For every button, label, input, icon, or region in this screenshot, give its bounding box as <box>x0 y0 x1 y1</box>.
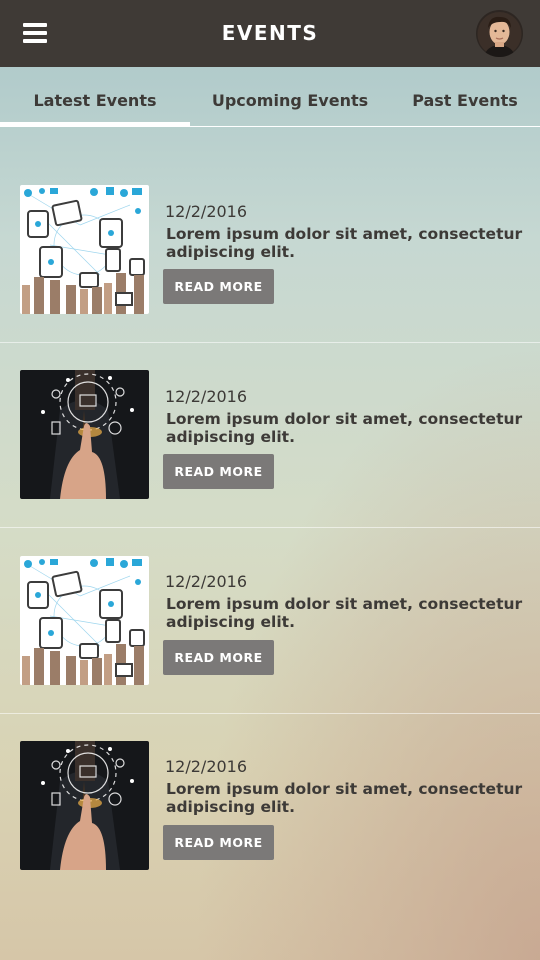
app-header: EVENTS <box>0 0 540 67</box>
active-tab-indicator <box>0 122 190 126</box>
event-item[interactable]: 12/2/2016 Lorem ipsum dolor sit amet, co… <box>0 343 540 528</box>
event-date: 12/2/2016 <box>165 572 248 591</box>
avatar[interactable] <box>476 10 523 57</box>
tab-latest-events[interactable]: Latest Events <box>0 67 190 127</box>
event-date: 12/2/2016 <box>165 202 248 221</box>
tab-divider <box>0 126 540 127</box>
event-item[interactable]: 12/2/2016 Lorem ipsum dolor sit amet, co… <box>0 714 540 899</box>
event-date: 12/2/2016 <box>165 387 248 406</box>
event-divider <box>0 527 540 528</box>
tab-past-events[interactable]: Past Events <box>390 67 540 127</box>
event-description: Lorem ipsum dolor sit amet, consectetur … <box>166 780 523 816</box>
event-image-touchscreen[interactable] <box>20 370 149 499</box>
read-more-button[interactable]: READ MORE <box>163 640 274 675</box>
event-description: Lorem ipsum dolor sit amet, consectetur … <box>166 595 523 631</box>
event-item[interactable]: 12/2/2016 Lorem ipsum dolor sit amet, co… <box>0 158 540 343</box>
page-title: EVENTS <box>221 21 319 45</box>
event-description: Lorem ipsum dolor sit amet, consectetur … <box>166 225 523 261</box>
read-more-button[interactable]: READ MORE <box>163 269 274 304</box>
event-date: 12/2/2016 <box>165 757 248 776</box>
tab-bar: Latest Events Upcoming Events Past Event… <box>0 67 540 127</box>
event-item[interactable]: 12/2/2016 Lorem ipsum dolor sit amet, co… <box>0 529 540 714</box>
event-image-devices[interactable] <box>20 556 149 685</box>
event-description: Lorem ipsum dolor sit amet, consectetur … <box>166 410 523 446</box>
read-more-button[interactable]: READ MORE <box>163 454 274 489</box>
tab-upcoming-events[interactable]: Upcoming Events <box>190 67 390 127</box>
event-image-touchscreen[interactable] <box>20 741 149 870</box>
read-more-button[interactable]: READ MORE <box>163 825 274 860</box>
event-image-devices[interactable] <box>20 185 149 314</box>
